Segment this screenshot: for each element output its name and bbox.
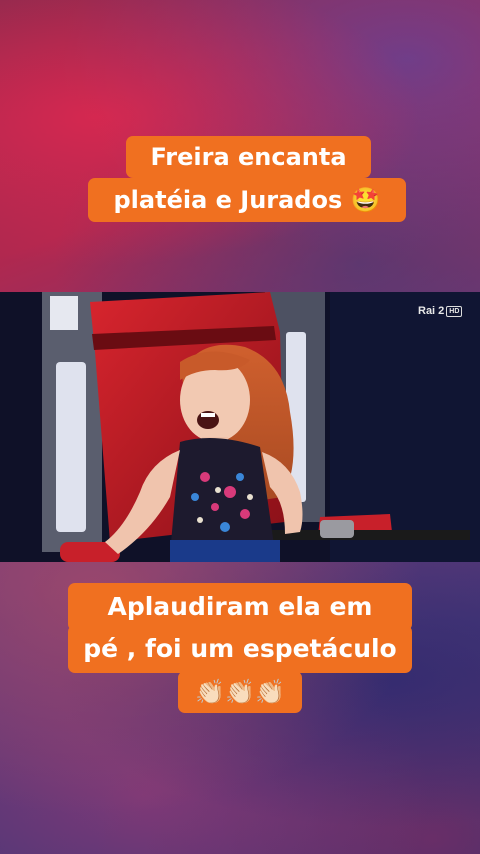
caption-bottom-line-3-clap-icons: 👏🏻👏🏻👏🏻 bbox=[178, 671, 302, 713]
caption-top-line-1: Freira encanta bbox=[126, 136, 371, 178]
caption-bottom-line-2: pé , foi um espetáculo bbox=[68, 625, 412, 673]
video-frame[interactable] bbox=[0, 292, 480, 562]
channel-logo-text: Rai 2 bbox=[418, 305, 445, 317]
caption-top-line-2: platéia e Jurados 🤩 bbox=[88, 178, 406, 222]
top bbox=[170, 438, 275, 554]
video-scene bbox=[0, 292, 480, 562]
chair-light-strip bbox=[56, 362, 86, 532]
channel-logo: Rai 2 HD bbox=[418, 304, 463, 318]
hd-badge: HD bbox=[446, 305, 463, 317]
caption-bottom-line-1: Aplaudiram ela em bbox=[68, 583, 412, 631]
